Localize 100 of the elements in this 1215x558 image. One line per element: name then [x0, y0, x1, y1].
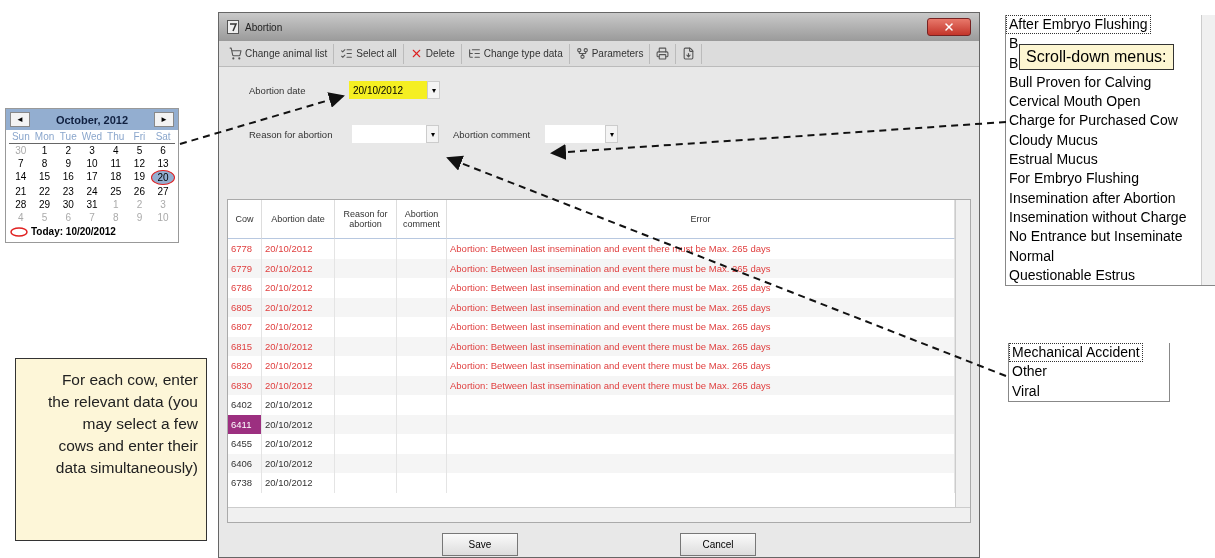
calendar-day[interactable]: 22 — [32, 185, 57, 198]
calendar-day[interactable]: 27 — [151, 185, 175, 198]
table-cell[interactable]: 20/10/2012 — [262, 375, 335, 395]
toolbar-button[interactable]: Change animal list — [223, 43, 335, 64]
list-item[interactable]: Other — [1009, 362, 1050, 382]
table-cell[interactable]: 20/10/2012 — [262, 453, 335, 473]
list-item[interactable]: For Embryo Flushing — [1006, 169, 1142, 189]
calendar-day[interactable]: 26 — [127, 185, 152, 198]
list-item[interactable]: Questionable Estrus — [1006, 265, 1139, 286]
calendar-day[interactable]: 14 — [9, 170, 33, 185]
calendar-day[interactable]: 18 — [103, 170, 128, 185]
vertical-scrollbar[interactable] — [955, 200, 970, 507]
scroll-down-tooltip: Scroll-down menus: — [1019, 44, 1174, 70]
calendar-day[interactable]: 16 — [56, 170, 81, 185]
calendar-day[interactable]: 7 — [9, 157, 33, 170]
list-item[interactable]: Cloudy Mucus — [1006, 130, 1101, 151]
table-cell[interactable]: 6778 — [228, 239, 262, 259]
dropdown-button[interactable]: ▾ — [605, 125, 618, 143]
table-cell[interactable]: 6779 — [228, 258, 262, 278]
save-button[interactable]: Save — [442, 533, 518, 556]
calendar-day[interactable]: 12 — [127, 157, 152, 170]
calendar-day[interactable]: 9 — [56, 157, 81, 170]
table-cell[interactable]: 6455 — [228, 434, 262, 454]
today-link[interactable]: Today: 10/20/2012 — [31, 226, 116, 237]
close-button[interactable] — [927, 18, 971, 36]
calendar-day[interactable]: 4 — [103, 144, 128, 157]
toolbar-button[interactable]: Parameters — [569, 43, 651, 64]
calendar-day[interactable]: 30 — [56, 198, 81, 211]
calendar-day[interactable]: 24 — [80, 185, 104, 198]
list-item[interactable]: Insemination without Charge — [1006, 207, 1190, 228]
table-cell[interactable]: 20/10/2012 — [262, 434, 335, 454]
table-cell[interactable]: 20/10/2012 — [262, 356, 335, 376]
toolbar-button[interactable]: Select all — [334, 43, 404, 64]
table-cell[interactable]: 20/10/2012 — [262, 414, 335, 434]
calendar-day[interactable]: 6 — [151, 144, 175, 157]
list-item[interactable]: Charge for Purchased Cow — [1006, 111, 1181, 131]
calendar-day[interactable]: 11 — [103, 157, 128, 170]
weekday-label: Wed — [80, 130, 104, 144]
table-cell[interactable]: 6815 — [228, 336, 262, 356]
table-cell[interactable]: 6402 — [228, 395, 262, 415]
table-cell[interactable]: 20/10/2012 — [262, 395, 335, 415]
list-item[interactable]: Insemination after Abortion — [1006, 188, 1179, 208]
comment-field[interactable] — [545, 125, 605, 143]
calendar-day[interactable]: 13 — [151, 157, 175, 170]
list-item[interactable]: B — [1006, 53, 1022, 73]
next-month-button[interactable]: ► — [154, 112, 174, 127]
table-cell[interactable]: 6820 — [228, 356, 262, 376]
table-cell[interactable]: 20/10/2012 — [262, 278, 335, 298]
table-cell[interactable]: 6807 — [228, 317, 262, 337]
list-item[interactable]: No Entrance but Inseminate — [1006, 227, 1186, 247]
table-cell[interactable]: 20/10/2012 — [262, 258, 335, 278]
table-cell[interactable]: 20/10/2012 — [262, 239, 335, 259]
calendar-day[interactable]: 28 — [9, 198, 33, 211]
calendar-day[interactable]: 29 — [32, 198, 57, 211]
list-item[interactable]: Viral — [1009, 381, 1043, 401]
calendar-day[interactable]: 23 — [56, 185, 81, 198]
calendar-day[interactable]: 2 — [56, 144, 81, 157]
list-item[interactable]: Mechanical Accident — [1009, 343, 1143, 363]
list-item[interactable]: Estrual Mucus — [1006, 150, 1101, 170]
calendar-day[interactable]: 10 — [80, 157, 104, 170]
toolbar-button[interactable]: Change type data — [461, 43, 570, 64]
calendar-day[interactable]: 19 — [127, 170, 152, 185]
calendar-day[interactable]: 17 — [80, 170, 104, 185]
reason-field[interactable] — [352, 125, 426, 143]
list-item[interactable]: Normal — [1006, 246, 1058, 266]
calendar-day[interactable]: 21 — [9, 185, 33, 198]
table-cell[interactable]: 20/10/2012 — [262, 317, 335, 337]
table-cell[interactable]: 6411 — [228, 414, 262, 434]
dropdown-button[interactable]: ▾ — [426, 125, 439, 143]
horizontal-scrollbar[interactable] — [228, 507, 970, 522]
date-field[interactable]: 20/10/2012 — [349, 81, 427, 99]
cancel-button[interactable]: Cancel — [680, 533, 756, 556]
vertical-scrollbar[interactable] — [1201, 15, 1215, 286]
weekday-label: Fri — [127, 130, 152, 144]
list-item[interactable]: After Embryo Flushing — [1006, 15, 1151, 35]
calendar-day[interactable]: 20 — [151, 170, 175, 185]
calendar-day[interactable]: 25 — [103, 185, 128, 198]
table-cell[interactable]: 20/10/2012 — [262, 336, 335, 356]
field-label: Abortion comment — [453, 128, 532, 140]
table-cell[interactable]: 6406 — [228, 453, 262, 473]
dropdown-button[interactable]: ▾ — [427, 81, 440, 99]
calendar-day[interactable]: 1 — [32, 144, 57, 157]
table-cell[interactable]: 6738 — [228, 473, 262, 493]
list-item[interactable]: B — [1006, 34, 1022, 54]
calendar-day[interactable]: 3 — [80, 144, 104, 157]
table-cell[interactable]: 6786 — [228, 278, 262, 298]
table-cell[interactable]: 20/10/2012 — [262, 297, 335, 317]
calendar-day[interactable]: 8 — [32, 157, 57, 170]
calendar-day[interactable]: 31 — [80, 198, 104, 211]
list-item[interactable]: Cervical Mouth Open — [1006, 92, 1144, 112]
calendar-day[interactable]: 5 — [127, 144, 152, 157]
toolbar-button[interactable]: Delete — [403, 43, 462, 64]
table-cell[interactable]: 20/10/2012 — [262, 473, 335, 493]
weekday-label: Sun — [9, 130, 33, 144]
tree-icon — [467, 47, 481, 60]
table-cell[interactable]: 6830 — [228, 375, 262, 395]
table-cell[interactable]: 6805 — [228, 297, 262, 317]
previous-month-button[interactable]: ◄ — [10, 112, 30, 127]
calendar-day[interactable]: 15 — [32, 170, 57, 185]
list-item[interactable]: Bull Proven for Calving — [1006, 72, 1155, 93]
